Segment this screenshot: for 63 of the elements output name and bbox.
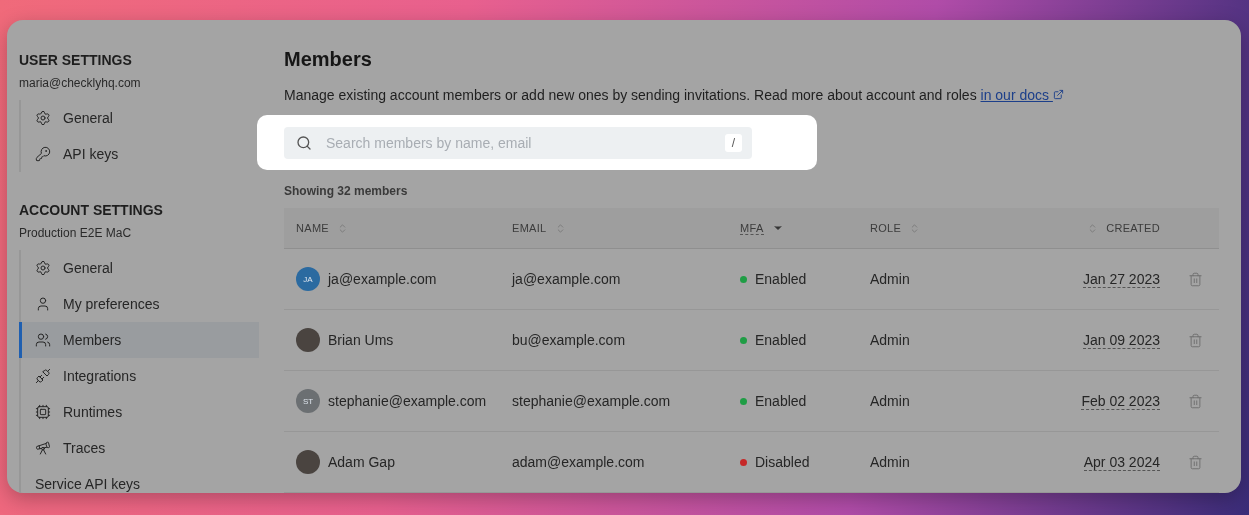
docs-link[interactable]: in our docs (980, 87, 1064, 103)
member-count: Showing 32 members (284, 184, 409, 198)
column-header[interactable]: ROLE (870, 222, 902, 234)
sidebar-item[interactable]: API keys (19, 136, 259, 172)
sidebar-item[interactable]: Integrations (19, 358, 259, 394)
sidebar-item[interactable]: Traces (19, 430, 259, 466)
mfa-status: Enabled (755, 393, 807, 409)
section-title: ACCOUNT SETTINGS (19, 202, 164, 218)
sidebar-item[interactable]: Runtimes (19, 394, 259, 430)
section-title: USER SETTINGS (19, 52, 133, 68)
sidebar-item[interactable]: General (19, 250, 259, 286)
created-date: Jan 09 2023 (1082, 331, 1160, 349)
section-subtitle: maria@checklyhq.com (19, 76, 142, 90)
column-header[interactable]: NAME (296, 222, 329, 234)
external-link-icon (1052, 89, 1064, 100)
plug-icon (35, 368, 51, 384)
chip-icon (35, 404, 51, 420)
page-description: Manage existing account members or add new ones by sending invitations. Read more about account and roles in our docs (284, 87, 1226, 103)
delete-button[interactable] (1188, 454, 1203, 470)
member-name: Brian Ums (328, 332, 394, 348)
column-header[interactable]: EMAIL (512, 222, 547, 234)
member-email: stephanie@example.com (512, 393, 671, 409)
member-name: ja@example.com (328, 271, 437, 287)
avatar: JA (296, 267, 320, 291)
column-header[interactable]: MFA (740, 221, 764, 235)
delete-button[interactable] (1188, 271, 1203, 287)
search-field[interactable]: Search members by name, email (324, 133, 713, 152)
member-role: Admin (870, 393, 910, 409)
delete-button[interactable] (1188, 393, 1203, 409)
member-email: bu@example.com (512, 332, 626, 348)
gear-icon (35, 260, 51, 276)
created-date: Feb 02 2023 (1081, 392, 1160, 410)
avatar: ST (296, 389, 320, 413)
created-date: Jan 27 2023 (1082, 270, 1160, 288)
users-icon (35, 332, 51, 348)
search-bar[interactable]: Search members by name, email / (284, 126, 752, 159)
sidebar-item[interactable]: General (19, 100, 259, 136)
avatar-photo-placeholder (296, 450, 320, 474)
user-icon (35, 296, 51, 312)
column-header[interactable]: CREATED (1106, 222, 1160, 234)
shortcut-key: / (724, 133, 742, 152)
sidebar-item[interactable]: My preferences (19, 286, 259, 322)
avatar-photo-placeholder (296, 328, 320, 352)
member-name: stephanie@example.com (328, 393, 487, 409)
sidebar-item[interactable]: Service API keys (19, 466, 259, 493)
member-role: Admin (870, 271, 910, 287)
key-icon (35, 146, 51, 162)
gear-icon (35, 110, 51, 126)
telescope-icon (35, 440, 51, 456)
sidebar-item[interactable]: Members (19, 322, 259, 358)
member-email: adam@example.com (512, 454, 645, 470)
delete-button[interactable] (1188, 332, 1203, 348)
page-title: Members (284, 48, 373, 71)
member-role: Admin (870, 454, 910, 470)
created-date: Apr 03 2024 (1083, 453, 1160, 471)
member-name: Adam Gap (328, 454, 395, 470)
member-email: ja@example.com (512, 271, 621, 287)
mfa-status: Disabled (755, 454, 810, 470)
member-role: Admin (870, 332, 910, 348)
search-icon (296, 134, 312, 151)
section-subtitle: Production E2E MaC (19, 226, 133, 240)
mfa-status: Enabled (755, 271, 807, 287)
mfa-status: Enabled (755, 332, 807, 348)
